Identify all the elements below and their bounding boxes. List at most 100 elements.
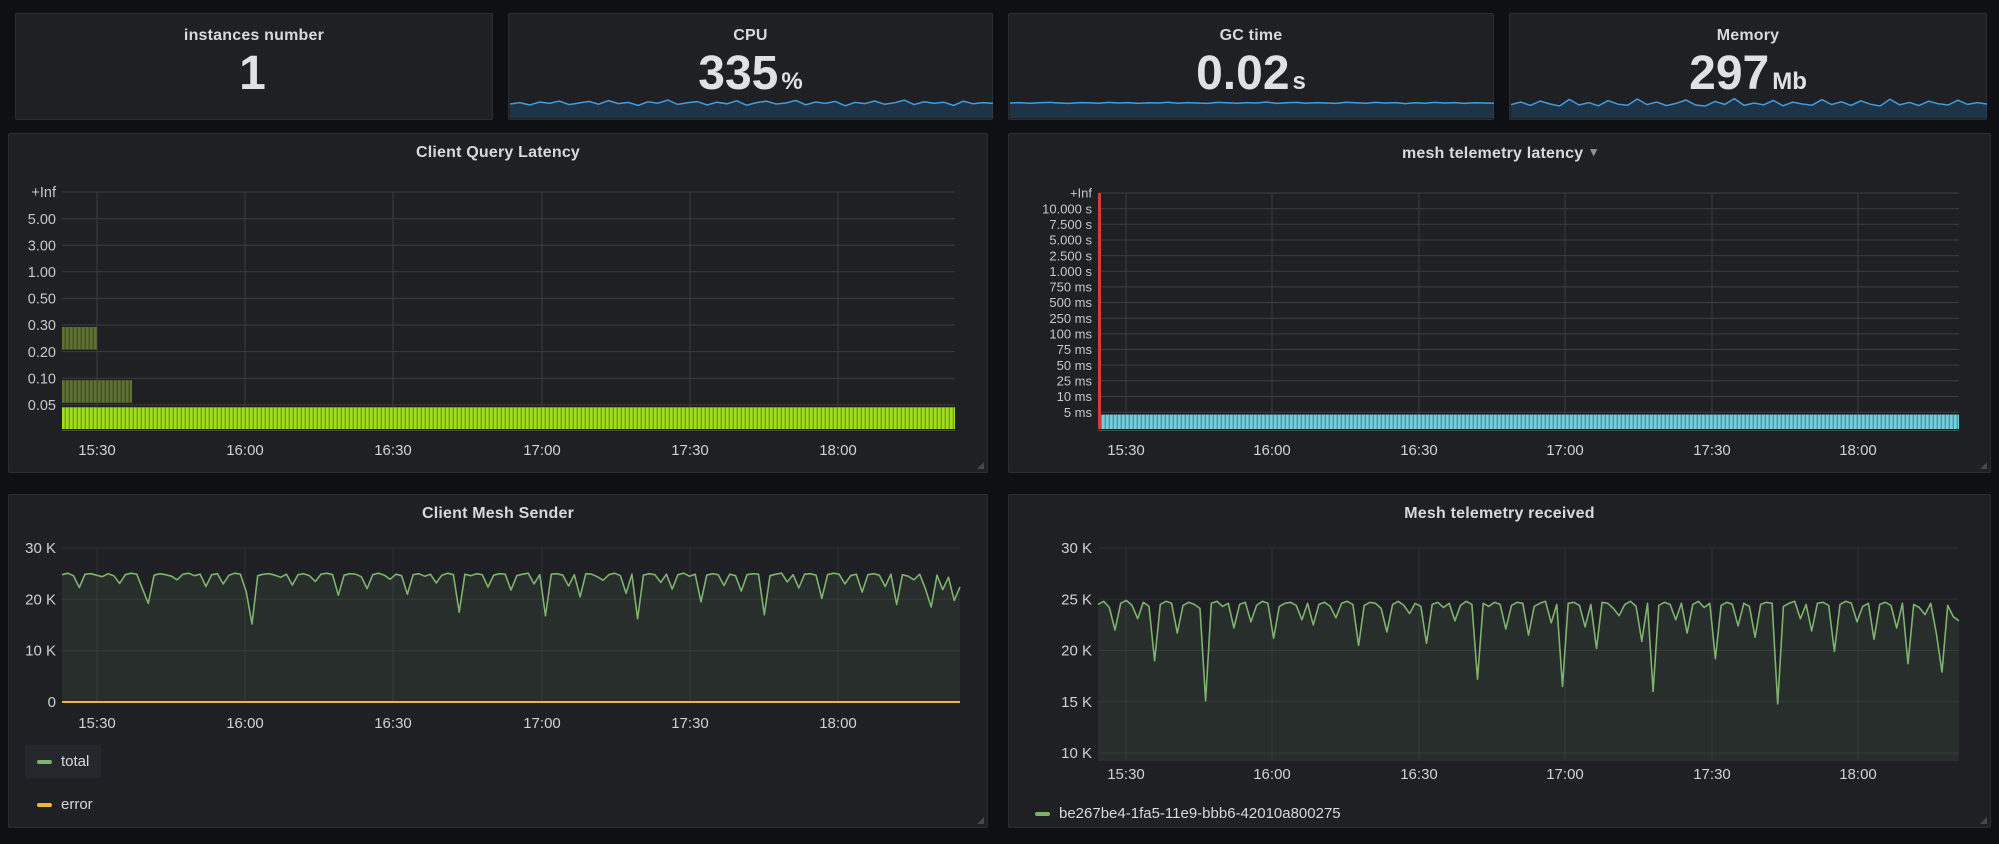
- x-axis-label: 15:30: [1107, 442, 1145, 459]
- x-axis-label: 16:00: [226, 442, 264, 459]
- mesh-telemetry-received-chart[interactable]: 30 K 25 K 20 K 15 K 10 K 15:30 16:00 16:30 17:00…: [1010, 496, 1991, 828]
- x-axis-label: 16:30: [1400, 766, 1438, 783]
- series-color-dash: [1035, 812, 1050, 816]
- panel-title[interactable]: Memory: [1510, 27, 1986, 45]
- heatmap-cell-texture: [1098, 415, 1959, 429]
- y-axis-label: 5.000 s: [1049, 233, 1092, 248]
- y-axis-label: 2.500 s: [1049, 248, 1092, 263]
- y-axis-label: 10 ms: [1057, 389, 1093, 404]
- y-axis-label: 0.10: [28, 371, 56, 387]
- series-color-dash: [37, 803, 52, 807]
- y-axis-label: 100 ms: [1049, 327, 1092, 342]
- y-axis-label: 5 ms: [1064, 405, 1093, 420]
- y-axis-label: 500 ms: [1049, 295, 1092, 310]
- y-axis-label: 75 ms: [1057, 342, 1093, 357]
- y-axis-label: 0.30: [28, 318, 56, 334]
- legend-label: total: [61, 753, 89, 770]
- x-axis-label: 16:00: [226, 715, 264, 732]
- series-area-be267be4-1fa5-11e9-bbb6-42010a800275: [1098, 600, 1959, 761]
- y-axis-label: 10 K: [1061, 745, 1092, 762]
- legend-item-total[interactable]: total: [25, 745, 101, 778]
- grafana-dashboard: instances number 1 CPU 335% GC time 0.02…: [0, 0, 1999, 844]
- x-axis-label: 15:30: [1107, 766, 1145, 783]
- y-axis-label: 3.00: [28, 238, 56, 254]
- x-axis-label: 17:30: [1693, 442, 1731, 459]
- panel-mesh-telemetry-received: Mesh telemetry received 30 K25 K20 K15 K…: [1008, 494, 1991, 828]
- y-axis-label: 30 K: [25, 540, 56, 557]
- y-axis-label: 25 K: [1061, 591, 1092, 608]
- legend-item-instance[interactable]: be267be4-1fa5-11e9-bbb6-42010a800275: [1023, 797, 1353, 830]
- y-axis-label: 10 K: [25, 643, 56, 660]
- x-axis-label: 16:00: [1253, 442, 1291, 459]
- y-axis-label: 15 K: [1061, 694, 1092, 711]
- client-mesh-sender-chart[interactable]: 30 K20 K10 K015:3016:0016:3017:0017:3018…: [10, 496, 988, 828]
- y-axis-label: 20 K: [25, 591, 56, 608]
- panel-mesh-telemetry-latency: mesh telemetry latency▾ +Inf10.000 s7.50…: [1008, 133, 1991, 473]
- x-axis-label: 18:00: [1839, 766, 1877, 783]
- x-axis-label: 16:30: [1400, 442, 1438, 459]
- sparkline-line: [1511, 99, 1987, 106]
- y-axis-label: 1.000 s: [1049, 264, 1092, 279]
- sparkline-area: [1010, 102, 1494, 118]
- resize-handle[interactable]: [1980, 462, 1987, 469]
- y-axis-label: 30 K: [1061, 540, 1092, 557]
- stat-panel-memory: Memory 297Mb: [1509, 13, 1987, 120]
- x-axis-label: 18:00: [1839, 442, 1877, 459]
- y-axis-label: 50 ms: [1057, 358, 1093, 373]
- memory-sparkline-chart: [1511, 92, 1987, 118]
- y-axis-label: 0.50: [28, 292, 56, 308]
- resize-handle[interactable]: [977, 817, 984, 824]
- resize-handle[interactable]: [1980, 817, 1987, 824]
- stat-panel-gc-time: GC time 0.02s: [1008, 13, 1494, 120]
- x-axis-label: 18:00: [819, 442, 857, 459]
- y-axis-label: 5.00: [28, 212, 56, 228]
- x-axis-label: 17:00: [523, 442, 561, 459]
- y-axis-label: 0.20: [28, 345, 56, 361]
- y-axis-label: 25 ms: [1057, 373, 1093, 388]
- y-axis-label: 0: [48, 694, 56, 711]
- heatmap-left-strip: [1098, 193, 1101, 429]
- panel-title[interactable]: CPU: [509, 27, 992, 45]
- y-axis-label: 7.500 s: [1049, 217, 1092, 232]
- mesh-telemetry-latency-heatmap[interactable]: +Inf10.000 s7.500 s5.000 s2.500 s1.000 s…: [1010, 135, 1991, 473]
- x-axis-label: 17:30: [1693, 766, 1731, 783]
- client-query-latency-heatmap[interactable]: +Inf 5.00 3.00 1.00 0.50 0.30 0.20 0.10 0.05 15:3…: [10, 135, 988, 473]
- stat-value: 1: [16, 50, 492, 107]
- x-axis-label: 16:30: [374, 715, 412, 732]
- y-axis-label: 20 K: [1061, 643, 1092, 660]
- x-axis-label: 18:00: [819, 715, 857, 732]
- y-axis-label: 250 ms: [1049, 311, 1092, 326]
- heatmap-cell-texture: [62, 380, 132, 403]
- panel-client-query-latency: Client Query Latency +Inf5.003.001.000.5…: [8, 133, 988, 473]
- y-axis-label: 10.000 s: [1042, 201, 1092, 216]
- x-axis-label: 16:30: [374, 442, 412, 459]
- x-axis-label: 17:00: [1546, 766, 1584, 783]
- panel-client-mesh-sender: Client Mesh Sender 30 K20 K10 K015:3016:…: [8, 494, 988, 828]
- panel-title[interactable]: instances number: [16, 27, 492, 45]
- y-axis-label: +Inf: [1070, 186, 1092, 201]
- x-axis-label: 15:30: [78, 715, 116, 732]
- heatmap-cell-texture: [62, 327, 97, 350]
- series-color-dash: [37, 760, 52, 764]
- stat-panel-cpu: CPU 335%: [508, 13, 993, 120]
- x-axis-label: 17:30: [671, 442, 709, 459]
- x-axis-label: 17:00: [523, 715, 561, 732]
- panel-title[interactable]: GC time: [1009, 27, 1493, 45]
- sparkline-area: [1511, 99, 1987, 118]
- sparkline-line: [1010, 102, 1494, 104]
- heatmap-cell-texture: [62, 407, 955, 429]
- legend-label: error: [61, 796, 93, 813]
- legend-label: be267be4-1fa5-11e9-bbb6-42010a800275: [1059, 805, 1341, 822]
- stat-panel-instances: instances number 1: [15, 13, 493, 120]
- x-axis-label: 17:00: [1546, 442, 1584, 459]
- y-axis-label: 1.00: [28, 265, 56, 281]
- y-axis-label: 0.05: [28, 398, 56, 414]
- legend-item-error[interactable]: error: [25, 788, 105, 821]
- series-area-total: [62, 573, 960, 702]
- x-axis-label: 15:30: [78, 442, 116, 459]
- x-axis-label: 16:00: [1253, 766, 1291, 783]
- gc-time-sparkline-chart: [1010, 92, 1494, 118]
- cpu-sparkline-chart: [510, 92, 993, 118]
- resize-handle[interactable]: [977, 462, 984, 469]
- y-axis-label: +Inf: [31, 185, 57, 201]
